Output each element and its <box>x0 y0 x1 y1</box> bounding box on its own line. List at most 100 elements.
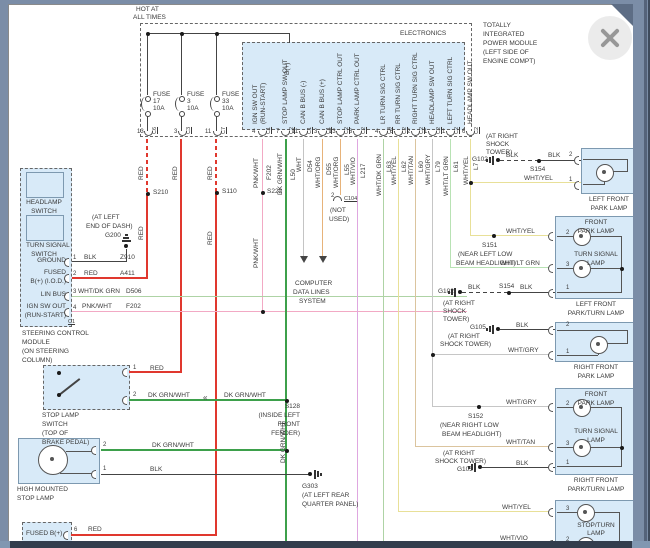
diagram-label: 17 <box>153 98 161 105</box>
ground-g102b-bar <box>454 287 456 297</box>
splice-s210 <box>145 191 150 196</box>
diagram-label: SHOCK <box>443 308 467 315</box>
diagram-label: BLK <box>150 466 163 473</box>
splice-s152 <box>476 404 481 409</box>
diagram-label: MODULE <box>22 339 50 346</box>
diagram-label: CAN B BUS (-) <box>300 80 307 124</box>
grn-stopsw <box>129 399 286 401</box>
wiring-diagram-canvas: HOT AT ALL TIMES FUSE 17 10A FUSE 3 10A FUSE 33 10… <box>0 0 650 548</box>
diagram-label: C2 <box>474 126 480 134</box>
diagram-label: C7 <box>221 126 227 134</box>
whtorg-l55 <box>340 139 341 195</box>
diagram-label: ELECTRONICS <box>400 30 447 37</box>
bus-junction <box>214 31 219 36</box>
connector-pin <box>333 196 342 201</box>
diagram-label: G102 <box>438 288 454 295</box>
diagram-label: 3 <box>174 129 178 135</box>
diagram-label: 2 <box>566 401 570 407</box>
diagram-label: RIGHT TURN SIG CTRL <box>412 52 419 124</box>
ground-g102a-bar <box>489 157 491 163</box>
diagram-label: SHOCK <box>486 141 510 148</box>
diagram-label: RED <box>88 526 102 533</box>
diagram-label: HEADLAMP <box>26 199 62 206</box>
diagram-label: 6 <box>462 129 466 135</box>
diagram-label: DK GRN/WHT <box>152 442 194 449</box>
diagram-label: C2 <box>361 126 367 134</box>
diagram-label: 2 <box>103 442 107 448</box>
diagram-label: 2 <box>566 230 570 236</box>
diagram-label: WHT/ORG <box>333 156 340 188</box>
diagram-label: S128 <box>284 403 300 410</box>
diagram-label: PARK LAMP <box>590 205 628 212</box>
diagram-label: HOT AT <box>136 6 159 13</box>
diagram-label: 11 <box>205 129 212 135</box>
ground-g200-bar <box>121 240 131 242</box>
diagram-label: TURN SIGNAL <box>574 428 618 435</box>
diagram-label: IGN SW OUT <box>26 303 66 310</box>
diagram-label: RR TURN SIG CTRL <box>395 63 402 124</box>
diagram-label: RED <box>150 365 164 372</box>
diagram-label: 1 <box>73 255 77 261</box>
diagram-label: BLK <box>84 254 97 261</box>
diagram-label: BEAM HEADLIGHT) <box>442 431 502 438</box>
diagram-label: DK GRN/WHT <box>148 392 190 399</box>
horizontal-scrollbar-thumb[interactable] <box>10 541 632 548</box>
whtdkgrn-v <box>383 139 384 541</box>
diagram-label: WHT/ORG <box>315 156 322 188</box>
diagram-label: QUARTER PANEL) <box>302 501 359 508</box>
whttan-v <box>415 139 416 447</box>
diagram-label: IGN SW OUT <box>252 84 259 124</box>
diagram-label: L61 <box>453 161 460 172</box>
connector-pin <box>63 531 68 540</box>
diagram-label: C104 <box>344 196 358 202</box>
close-button[interactable] <box>588 16 632 60</box>
diagram-label: (AT LEFT REAR <box>302 492 350 499</box>
bus-junction <box>145 31 150 36</box>
diagram-label: 10A <box>222 105 234 112</box>
diagram-label: BLK <box>516 460 529 467</box>
diagram-label: FRONT <box>584 391 608 398</box>
splice-s154b <box>506 290 511 295</box>
diagram-label: (LEFT SIDE OF <box>483 49 529 56</box>
whtyel-l7-h <box>470 182 581 183</box>
diagram-label: 1 <box>103 466 107 472</box>
diagram-label: 33 <box>222 98 230 105</box>
diagram-label: B(+) (I.O.D.) <box>30 278 66 285</box>
diagram-label: (AT RIGHT <box>448 333 480 340</box>
diagram-label: 13 <box>137 129 144 135</box>
diagram-label: PNK/WHT <box>253 158 260 188</box>
diagram-label: BLK <box>548 152 561 159</box>
diagram-label: G200 <box>105 232 121 239</box>
diagram-label: C1 <box>266 126 272 134</box>
diagram-label: 2 <box>331 193 335 199</box>
diagram-label: 13 <box>329 129 336 135</box>
diagram-label: BLK <box>506 152 519 159</box>
diagram-label: WHT/YEL <box>524 175 553 182</box>
diagram-label: (NEAR RIGHT LOW <box>440 422 499 429</box>
diagram-label: STOP LAMP <box>17 495 54 502</box>
ground-g102b <box>458 290 462 294</box>
lampD-lead3 <box>557 447 573 448</box>
diagram-label: (AT RIGHT <box>486 133 518 140</box>
diagram-label: ALL TIMES <box>133 14 166 21</box>
diagram-label: 11 <box>292 129 299 135</box>
diagram-label: SHOCK TOWER) <box>435 458 487 465</box>
diagram-label: A411 <box>120 270 135 277</box>
diagram-viewer-window: HOT AT ALL TIMES FUSE 17 10A FUSE 3 10A FUSE 33 10… <box>0 0 650 548</box>
diagram-label: STOP/TURN <box>577 522 615 529</box>
lampC-lead1 <box>557 330 628 331</box>
diagram-label: 1 <box>569 177 573 183</box>
lampA-lead1 <box>583 159 628 160</box>
bus-v3 <box>216 33 217 95</box>
diagram-label: CAN B BUS (+) <box>319 79 326 124</box>
diagram-label: 3 <box>73 289 77 295</box>
diagram-label: LR TURN SIG CTRL <box>380 64 387 124</box>
stopsw-contact <box>56 392 61 397</box>
lampD-int <box>619 445 624 450</box>
diagram-label: FUSE <box>153 91 171 98</box>
ground-g105a-bar <box>489 326 491 332</box>
lampE-lead2 <box>593 512 620 513</box>
diagram-label: SHOCK TOWER) <box>440 341 492 348</box>
diagram-label: (AT RIGHT <box>443 300 475 307</box>
diagram-label: LIN BUS <box>40 291 66 298</box>
